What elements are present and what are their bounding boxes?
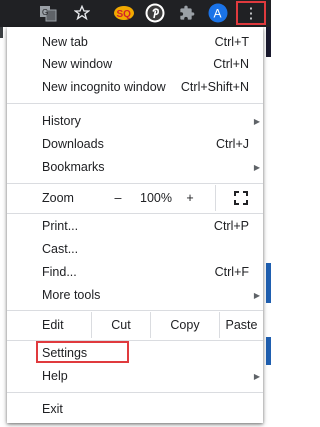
pinterest-icon[interactable] (145, 3, 165, 23)
browser-toolbar: G SQ A ⋮ (0, 0, 271, 27)
menu-item-new-window[interactable]: New window Ctrl+N (7, 53, 263, 75)
zoom-in-button[interactable]: + (179, 185, 201, 211)
menu-divider (7, 103, 263, 104)
menu-item-new-incognito-window[interactable]: New incognito window Ctrl+Shift+N (7, 76, 263, 98)
svg-text:A: A (214, 7, 222, 21)
edit-label: Edit (42, 318, 64, 332)
cut-button[interactable]: Cut (92, 312, 150, 338)
svg-text:G: G (42, 8, 48, 17)
star-icon[interactable] (72, 3, 92, 23)
puzzle-icon[interactable] (177, 3, 197, 23)
menu-item-downloads[interactable]: Downloads Ctrl+J (7, 133, 263, 155)
submenu-arrow-icon: ▶ (253, 371, 260, 381)
menu-item-find[interactable]: Find... Ctrl+F (7, 261, 263, 283)
menu-divider (7, 213, 263, 214)
fullscreen-icon (234, 191, 248, 205)
extension-sq-icon[interactable]: SQ (113, 3, 135, 23)
menu-item-more-tools[interactable]: More tools ▶ (7, 284, 263, 306)
menu-item-print[interactable]: Print... Ctrl+P (7, 215, 263, 237)
submenu-arrow-icon: ▶ (253, 290, 260, 300)
edit-row: Edit Cut Copy Paste (7, 312, 263, 338)
submenu-arrow-icon: ▶ (253, 162, 260, 172)
page-edge-right (263, 27, 271, 427)
menu-divider (7, 310, 263, 311)
page-edge-left (0, 27, 7, 427)
avatar[interactable]: A (208, 3, 228, 23)
zoom-label: Zoom (42, 191, 74, 205)
menu-divider (7, 392, 263, 393)
zoom-level: 100% (140, 191, 172, 205)
fullscreen-button[interactable] (228, 185, 254, 211)
more-options-icon: ⋮ (243, 4, 259, 22)
menu-item-exit[interactable]: Exit (7, 398, 263, 420)
zoom-out-button[interactable]: – (107, 185, 129, 211)
menu-item-new-tab[interactable]: New tab Ctrl+T (7, 31, 263, 53)
menu-item-history[interactable]: History ▶ (7, 110, 263, 132)
submenu-arrow-icon: ▶ (253, 116, 260, 126)
menu-item-bookmarks[interactable]: Bookmarks ▶ (7, 156, 263, 178)
more-options-button[interactable]: ⋮ (236, 1, 266, 25)
paste-button[interactable]: Paste (220, 312, 263, 338)
menu-item-help[interactable]: Help ▶ (7, 365, 263, 387)
browser-menu: New tab Ctrl+T New window Ctrl+N New inc… (7, 27, 263, 423)
svg-text:SQ: SQ (117, 9, 132, 20)
menu-divider (7, 183, 263, 184)
copy-button[interactable]: Copy (151, 312, 219, 338)
zoom-row: Zoom – 100% + (7, 185, 263, 211)
menu-item-cast[interactable]: Cast... (7, 238, 263, 260)
translate-icon[interactable]: G (38, 3, 58, 23)
settings-highlight-box (36, 341, 129, 363)
